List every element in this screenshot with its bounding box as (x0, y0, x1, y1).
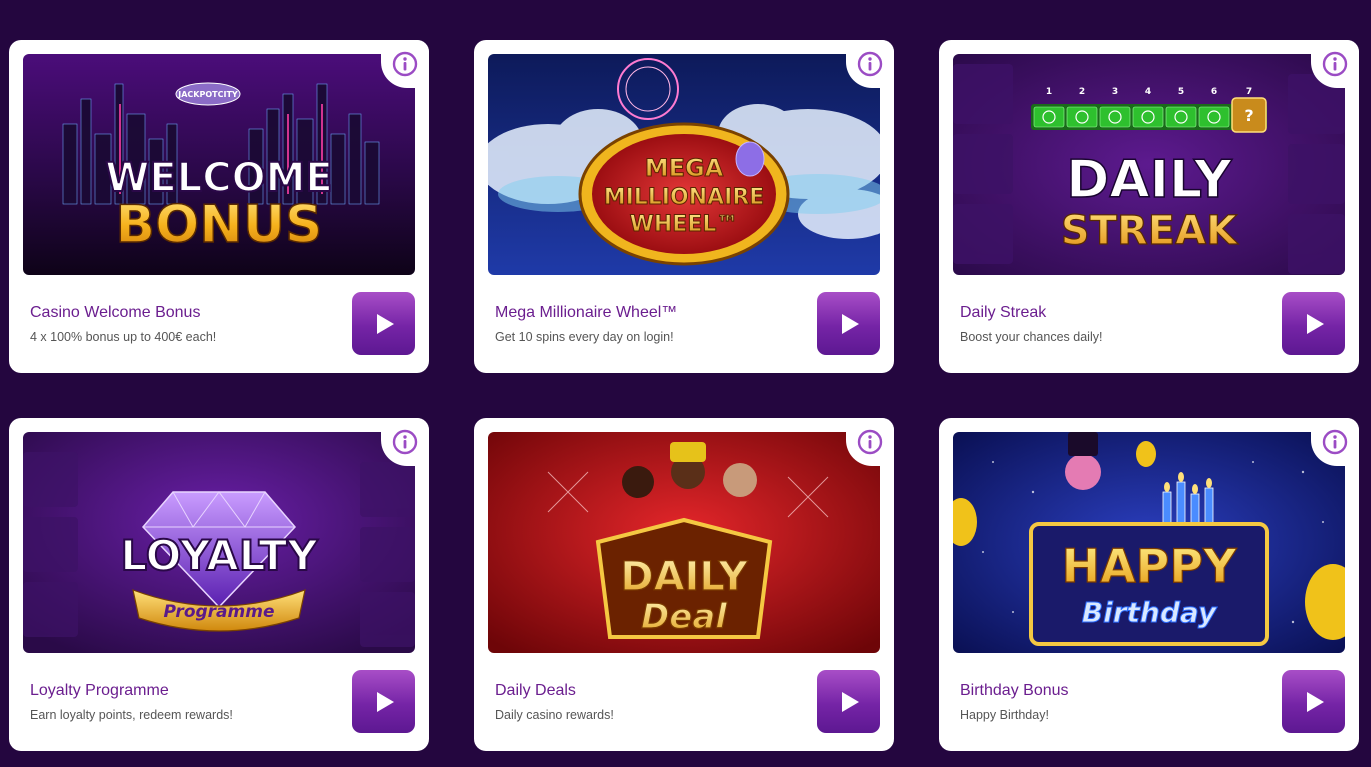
streak-day: 3 (1112, 87, 1118, 97)
banner-line1: MEGA (645, 154, 724, 182)
promo-title: Casino Welcome Bonus (30, 304, 201, 321)
promo-card-loyalty-programme: LOYALTY Programme Loyalty Programme Earn… (9, 418, 429, 751)
play-icon (376, 313, 394, 334)
promo-subtitle: Earn loyalty points, redeem rewards! (30, 708, 233, 722)
promo-card-birthday-bonus: HAPPY Birthday Birthday Bonus Happy Birt… (939, 418, 1359, 751)
promo-title: Loyalty Programme (30, 682, 169, 699)
play-button[interactable] (1282, 670, 1345, 733)
streak-day: 5 (1178, 87, 1184, 97)
birthday-artwork: HAPPY Birthday (953, 432, 1345, 653)
promo-title: Daily Deals (495, 682, 576, 699)
promo-subtitle: 4 x 100% bonus up to 400€ each! (30, 330, 217, 344)
banner-line2: MILLIONAIRE (604, 185, 765, 210)
play-icon (841, 313, 859, 334)
info-button[interactable] (381, 40, 429, 88)
streak-day: 6 (1211, 87, 1217, 97)
mega-wheel-artwork: MEGA MILLIONAIRE WHEEL™ (488, 54, 880, 275)
play-icon (376, 691, 394, 712)
banner-line1: HAPPY (1062, 539, 1238, 593)
play-button[interactable] (817, 670, 880, 733)
loyalty-artwork: LOYALTY Programme (23, 432, 415, 653)
banner-line2: BONUS (115, 195, 322, 255)
banner-line3: WHEEL™ (630, 212, 739, 237)
streak-day: 1 (1046, 87, 1052, 97)
promo-title: Mega Millionaire Wheel™ (495, 304, 678, 321)
daily-deal-artwork: DAILY Deal (488, 432, 880, 653)
banner-line1: LOYALTY (120, 531, 318, 580)
play-button[interactable] (817, 292, 880, 355)
play-icon (1306, 691, 1324, 712)
info-icon (1322, 429, 1348, 455)
promo-subtitle: Happy Birthday! (960, 708, 1049, 722)
welcome-bonus-artwork: JACKPOTCITY WELCOME BONUS (23, 54, 415, 275)
promo-banner-daily-streak[interactable]: ? 1 2 3 4 5 6 7 DAILY STREAK (953, 54, 1345, 275)
info-icon (1322, 51, 1348, 77)
promo-banner-daily-deals[interactable]: DAILY Deal (488, 432, 880, 653)
play-button[interactable] (1282, 292, 1345, 355)
banner-line2: STREAK (1061, 208, 1239, 254)
promo-card-daily-deals: DAILY Deal Daily Deals Daily casino rewa… (474, 418, 894, 751)
info-icon (857, 429, 883, 455)
promo-card-welcome-bonus: JACKPOTCITY WELCOME BONUS Casino Welcome… (9, 40, 429, 373)
info-button[interactable] (846, 40, 894, 88)
play-icon (1306, 313, 1324, 334)
play-button[interactable] (352, 670, 415, 733)
streak-day: 7 (1246, 87, 1252, 97)
promo-title: Daily Streak (960, 304, 1047, 321)
info-icon (392, 51, 418, 77)
promo-subtitle: Get 10 spins every day on login! (495, 330, 674, 344)
blimp-badge: JACKPOTCITY (177, 90, 238, 99)
info-button[interactable] (846, 418, 894, 466)
banner-line1: DAILY (620, 554, 748, 600)
play-icon (841, 691, 859, 712)
svg-text:?: ? (1244, 106, 1253, 125)
streak-day: 4 (1145, 87, 1151, 97)
promo-banner-birthday-bonus[interactable]: HAPPY Birthday (953, 432, 1345, 653)
banner-line2: Deal (641, 597, 728, 637)
streak-day: 2 (1079, 87, 1085, 97)
promo-card-daily-streak: ? 1 2 3 4 5 6 7 DAILY STREAK Daily Strea… (939, 40, 1359, 373)
promo-subtitle: Daily casino rewards! (495, 708, 614, 722)
info-icon (392, 429, 418, 455)
banner-line2: Programme (164, 602, 275, 622)
info-button[interactable] (1311, 40, 1359, 88)
info-icon (857, 51, 883, 77)
promo-subtitle: Boost your chances daily! (960, 330, 1103, 344)
info-button[interactable] (381, 418, 429, 466)
promo-banner-loyalty-programme[interactable]: LOYALTY Programme (23, 432, 415, 653)
banner-line1: DAILY (1066, 150, 1233, 210)
daily-streak-artwork: ? 1 2 3 4 5 6 7 DAILY STREAK (953, 54, 1345, 275)
promo-banner-mega-millionaire-wheel[interactable]: MEGA MILLIONAIRE WHEEL™ (488, 54, 880, 275)
promo-banner-welcome-bonus[interactable]: JACKPOTCITY WELCOME BONUS (23, 54, 415, 275)
play-button[interactable] (352, 292, 415, 355)
banner-line2: Birthday (1082, 596, 1218, 629)
info-button[interactable] (1311, 418, 1359, 466)
promo-title: Birthday Bonus (960, 682, 1069, 699)
promo-card-mega-millionaire-wheel: MEGA MILLIONAIRE WHEEL™ Mega Millionaire… (474, 40, 894, 373)
